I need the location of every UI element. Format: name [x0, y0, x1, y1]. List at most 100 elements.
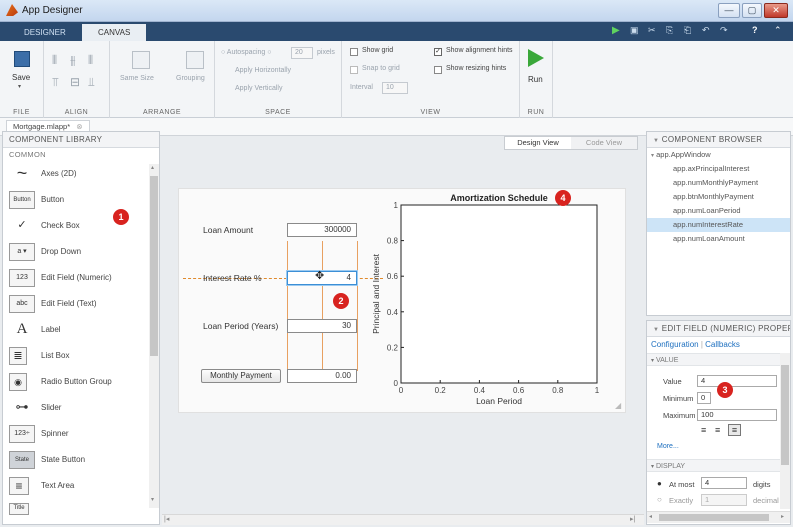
component-edit-text[interactable]: abc Edit Field (Text) [9, 294, 139, 314]
tree-root[interactable]: ▾ app.AppWindow [647, 148, 790, 162]
component-listbox[interactable]: ≣ List Box [9, 346, 139, 366]
tree-item[interactable]: app.axPrincipalInterest [647, 162, 790, 176]
scroll-last-icon[interactable]: ▸| [630, 515, 635, 523]
inspector-horizontal-scrollbar[interactable]: ◂ ▸ [647, 511, 790, 523]
component-label: Radio Button Group [41, 377, 112, 386]
exactly-input[interactable]: 1 [701, 494, 747, 506]
align-top-icon[interactable]: ⫪ [52, 75, 59, 90]
value-section-header[interactable]: ▾ VALUE [647, 353, 790, 366]
component-dropdown[interactable]: a ▾ Drop Down [9, 242, 139, 262]
scroll-right-icon[interactable]: ▸ [781, 513, 784, 520]
undo-icon[interactable]: ↶ [702, 25, 710, 36]
close-button[interactable]: ✕ [764, 3, 788, 18]
copy-icon[interactable]: ⎘ [666, 25, 673, 36]
scroll-thumb[interactable] [150, 176, 158, 356]
at-most-radio[interactable]: ● [657, 479, 662, 488]
scroll-first-icon[interactable]: |◂ [164, 515, 169, 523]
redo-icon[interactable]: ↷ [720, 25, 728, 36]
tree-item[interactable]: app.btnMonthlyPayment [647, 190, 790, 204]
align-middle-icon[interactable]: ⊟ [70, 75, 80, 89]
show-alignment-hints-checkbox[interactable]: ✓ [434, 48, 442, 56]
scroll-left-icon[interactable]: ◂ [649, 513, 652, 520]
scroll-up-icon[interactable]: ▴ [151, 164, 154, 171]
close-tab-icon[interactable]: ⊗ [76, 122, 82, 131]
tree-item[interactable]: app.numLoanPeriod [647, 204, 790, 218]
help-icon[interactable]: ? [752, 25, 758, 35]
scroll-down-icon[interactable]: ▾ [151, 496, 154, 503]
maximize-button[interactable]: ▢ [742, 3, 762, 18]
value-input[interactable]: 4 [697, 375, 777, 387]
interval-input[interactable]: 10 [382, 82, 408, 94]
component-slider[interactable]: ⊶ Slider [9, 398, 139, 418]
paste-icon[interactable]: ⎗ [684, 25, 691, 36]
component-button[interactable]: Button Button [9, 190, 139, 210]
scroll-thumb[interactable] [659, 514, 769, 521]
save-button[interactable]: Save ▾ [12, 49, 34, 95]
collapse-icon[interactable]: ▼ [653, 327, 659, 333]
minimum-input[interactable]: 0 [697, 392, 711, 404]
align-center-icon[interactable]: ⫵ [70, 53, 76, 68]
design-view-button[interactable]: Design View [505, 137, 571, 149]
loan-amount-field[interactable]: 300000 [287, 223, 357, 237]
window-title: App Designer [22, 5, 83, 16]
monthly-payment-field[interactable]: 0.00 [287, 369, 357, 383]
component-edit-numeric[interactable]: 123 Edit Field (Numeric) [9, 268, 139, 288]
component-state-button[interactable]: State State Button [9, 450, 139, 470]
scroll-thumb[interactable] [781, 365, 789, 465]
snap-to-grid-checkbox[interactable] [350, 66, 358, 74]
align-right-text-icon[interactable]: ≡ [728, 424, 741, 436]
configuration-tab[interactable]: Configuration [651, 340, 699, 349]
exactly-radio[interactable]: ○ [657, 495, 662, 504]
align-left-text-icon[interactable]: ≡ [701, 425, 706, 435]
show-grid-checkbox[interactable] [350, 48, 358, 56]
component-axes[interactable]: ~ Axes (2D) [9, 164, 139, 184]
show-resizing-hints-checkbox[interactable] [434, 66, 442, 74]
callbacks-tab[interactable]: Callbacks [705, 340, 740, 349]
component-label-item[interactable]: A Label [9, 320, 139, 340]
save-quick-icon[interactable]: ▣ [630, 25, 639, 36]
code-view-button[interactable]: Code View [571, 137, 637, 149]
tree-item-selected[interactable]: app.numInterestRate [647, 218, 790, 232]
maximum-input[interactable]: 100 [697, 409, 777, 421]
grouping-icon[interactable] [186, 51, 204, 69]
run-button[interactable]: Run [526, 49, 548, 89]
component-panel[interactable]: Title [9, 502, 139, 522]
run-quick-icon[interactable]: ▶ [612, 25, 620, 36]
grouping-button[interactable]: Grouping [176, 75, 205, 82]
display-section-header[interactable]: ▾ DISPLAY [647, 459, 790, 472]
apply-vertically-button[interactable]: Apply Vertically [235, 85, 282, 92]
loan-period-field[interactable]: 30 [287, 319, 357, 333]
matlab-logo-icon [6, 4, 18, 16]
library-scrollbar[interactable]: ▴ ▾ [149, 164, 159, 508]
align-center-text-icon[interactable]: ≡ [715, 425, 720, 435]
more-link[interactable]: More... [657, 443, 679, 450]
align-left-icon[interactable]: ⫴ [52, 53, 57, 68]
tab-designer[interactable]: DESIGNER [8, 24, 82, 41]
amortization-chart[interactable]: Amortization Schedule 0 0.2 0.4 0.6 0.8 1 0 0.2 0… [369, 189, 619, 411]
apply-horizontally-button[interactable]: Apply Horizontally [235, 67, 291, 74]
collapse-toolstrip-icon[interactable]: ⌃ [774, 25, 782, 36]
same-size-icon[interactable] [132, 51, 150, 69]
at-most-input[interactable]: 4 [701, 477, 747, 489]
tree-item[interactable]: app.numLoanAmount [647, 232, 790, 246]
show-alignment-hints-label: Show alignment hints [446, 47, 513, 54]
minimize-button[interactable]: — [718, 3, 740, 18]
canvas-horizontal-scrollbar[interactable]: |◂ ▸| [162, 514, 644, 525]
component-spinner[interactable]: 123÷ Spinner [9, 424, 139, 444]
inspector-vertical-scrollbar[interactable] [780, 353, 790, 509]
tree-expand-icon[interactable]: ▾ [651, 153, 654, 159]
align-right-icon[interactable]: ⫴ [88, 53, 93, 68]
same-size-button[interactable]: Same Size [120, 75, 154, 82]
tab-canvas[interactable]: CANVAS [82, 24, 147, 41]
app-canvas[interactable]: Loan Amount 300000 Interest Rate % 4 ✥ 2… [178, 188, 626, 413]
tree-item[interactable]: app.numMonthlyPayment [647, 176, 790, 190]
autospacing-radio[interactable]: ○ Autospacing ○ [221, 49, 272, 56]
component-text-area[interactable]: ≡ Text Area [9, 476, 139, 496]
collapse-icon[interactable]: ▼ [653, 138, 659, 144]
align-bottom-icon[interactable]: ⫫ [88, 75, 95, 90]
resize-grip-icon[interactable]: ◢ [615, 401, 621, 410]
spacing-input[interactable]: 20 [291, 47, 313, 59]
component-radio-group[interactable]: ◉ Radio Button Group [9, 372, 139, 392]
monthly-payment-button[interactable]: Monthly Payment [201, 369, 281, 383]
cut-icon[interactable]: ✂ [648, 25, 656, 36]
